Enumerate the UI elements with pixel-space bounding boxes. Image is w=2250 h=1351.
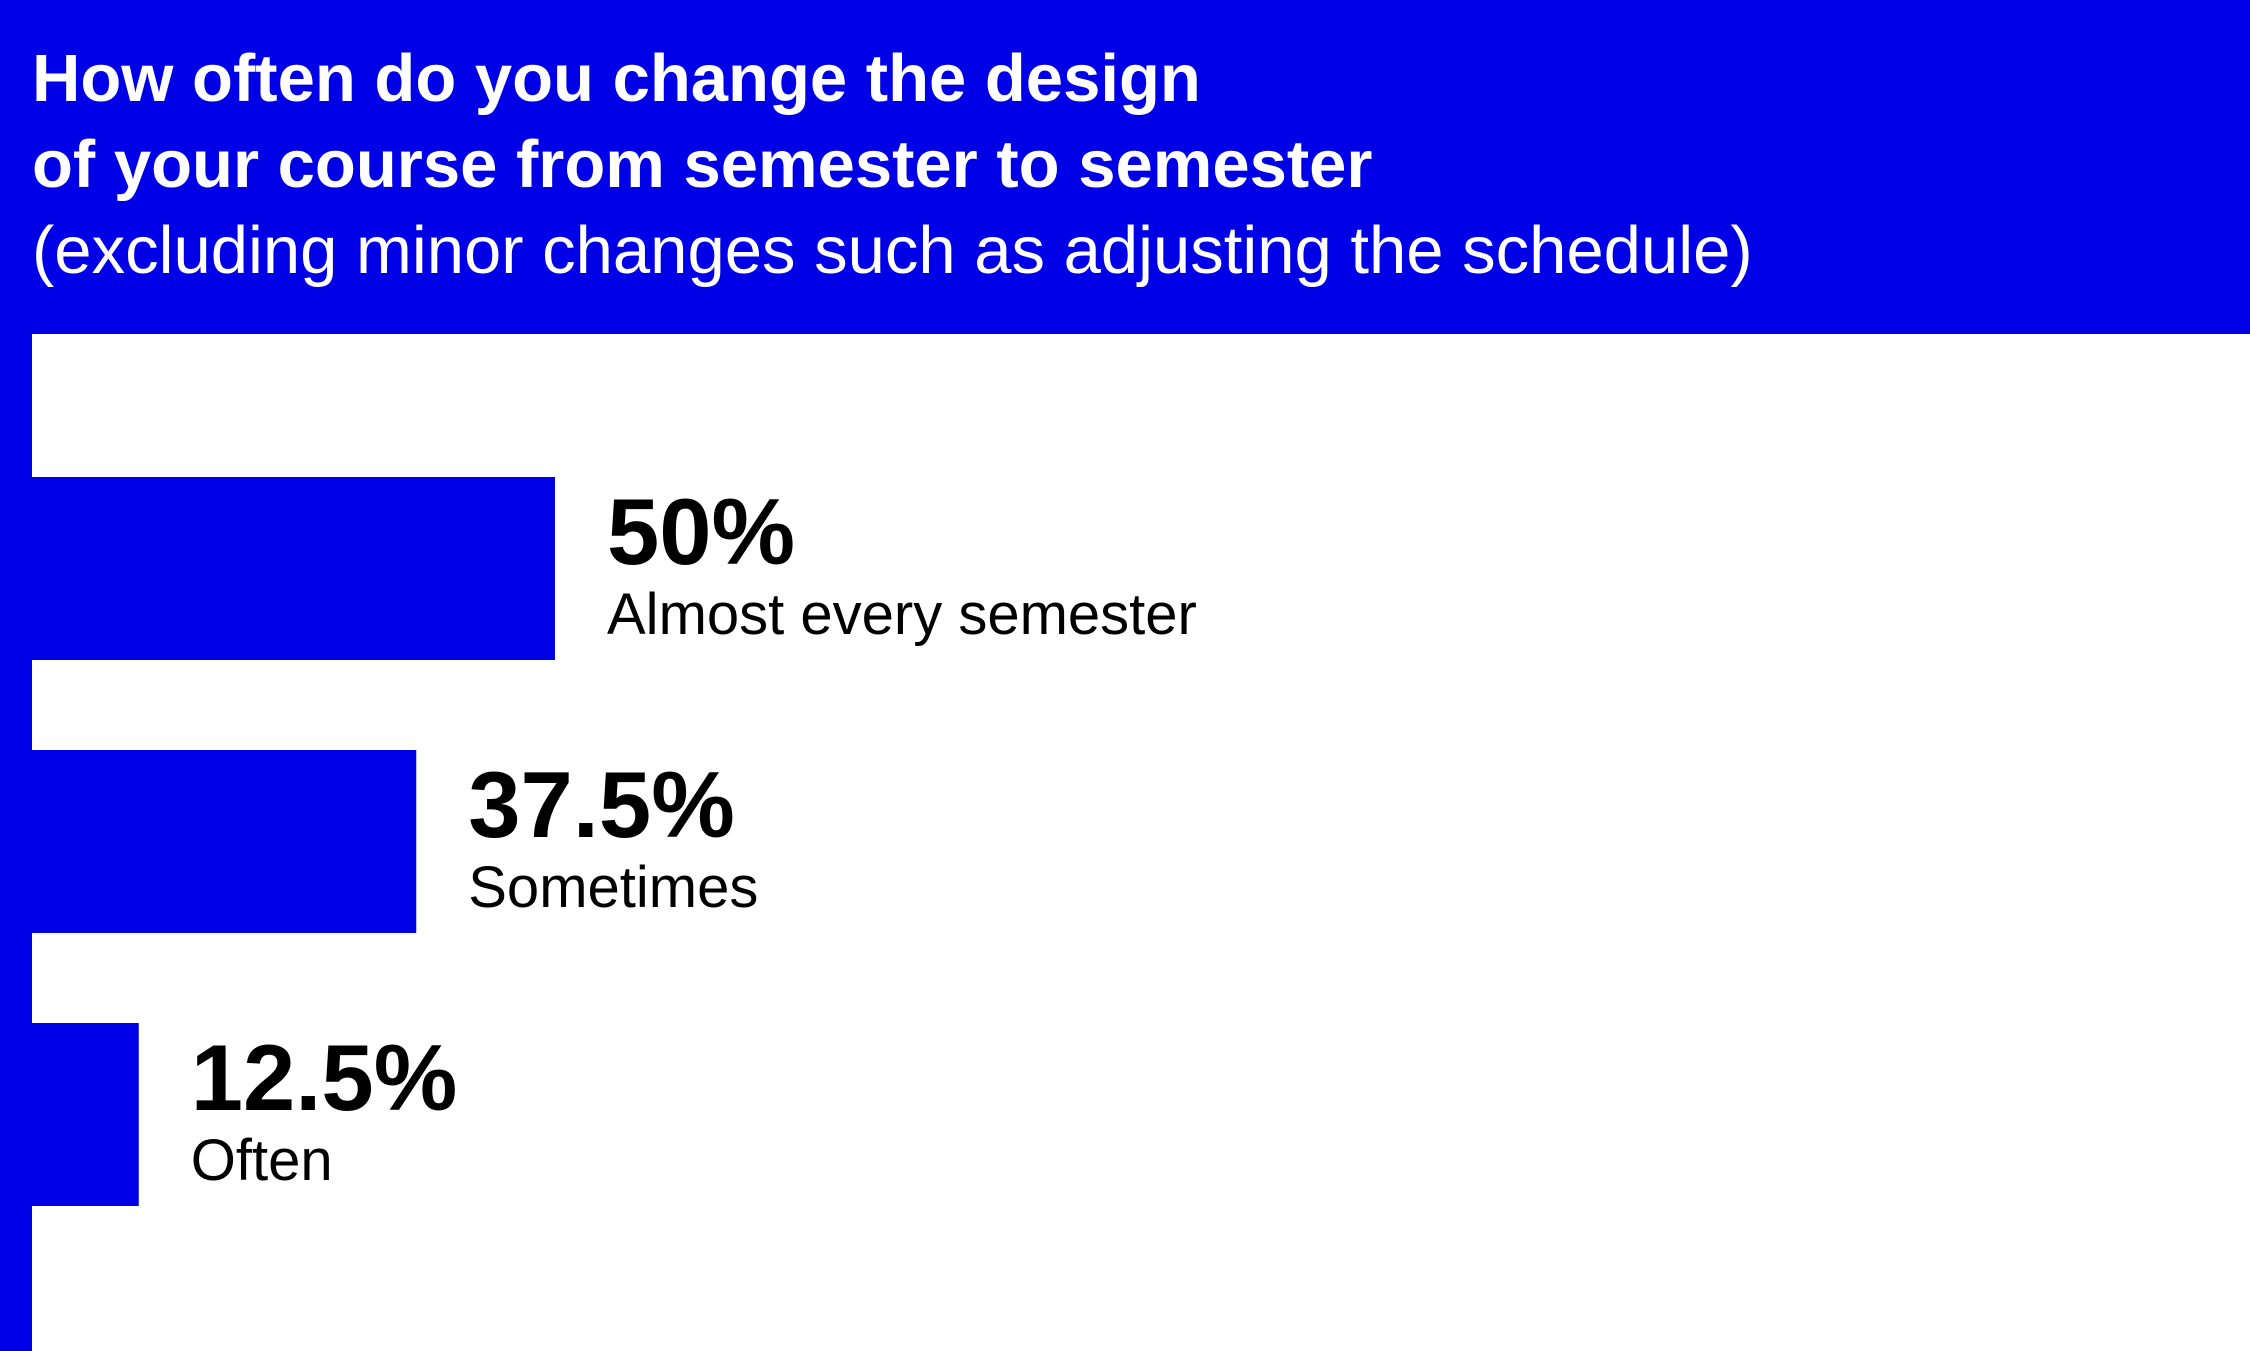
bar-category-label: Almost every semester	[607, 582, 1197, 647]
bar-chart: 50%Almost every semester 37.5%Sometimes 12…	[0, 334, 1197, 1351]
bar-value-label: 12.5%	[191, 1025, 458, 1130]
bar-1	[0, 477, 555, 660]
bar-value-label: 50%	[607, 479, 795, 584]
bar-category-label: Often	[191, 1128, 333, 1193]
bar-value-label: 37.5%	[468, 752, 735, 857]
bars-group: 50%Almost every semester 37.5%Sometimes 12…	[0, 477, 1197, 1206]
bar-3	[0, 1023, 139, 1206]
bar-category-label: Sometimes	[468, 855, 758, 920]
bar-2	[0, 750, 417, 933]
